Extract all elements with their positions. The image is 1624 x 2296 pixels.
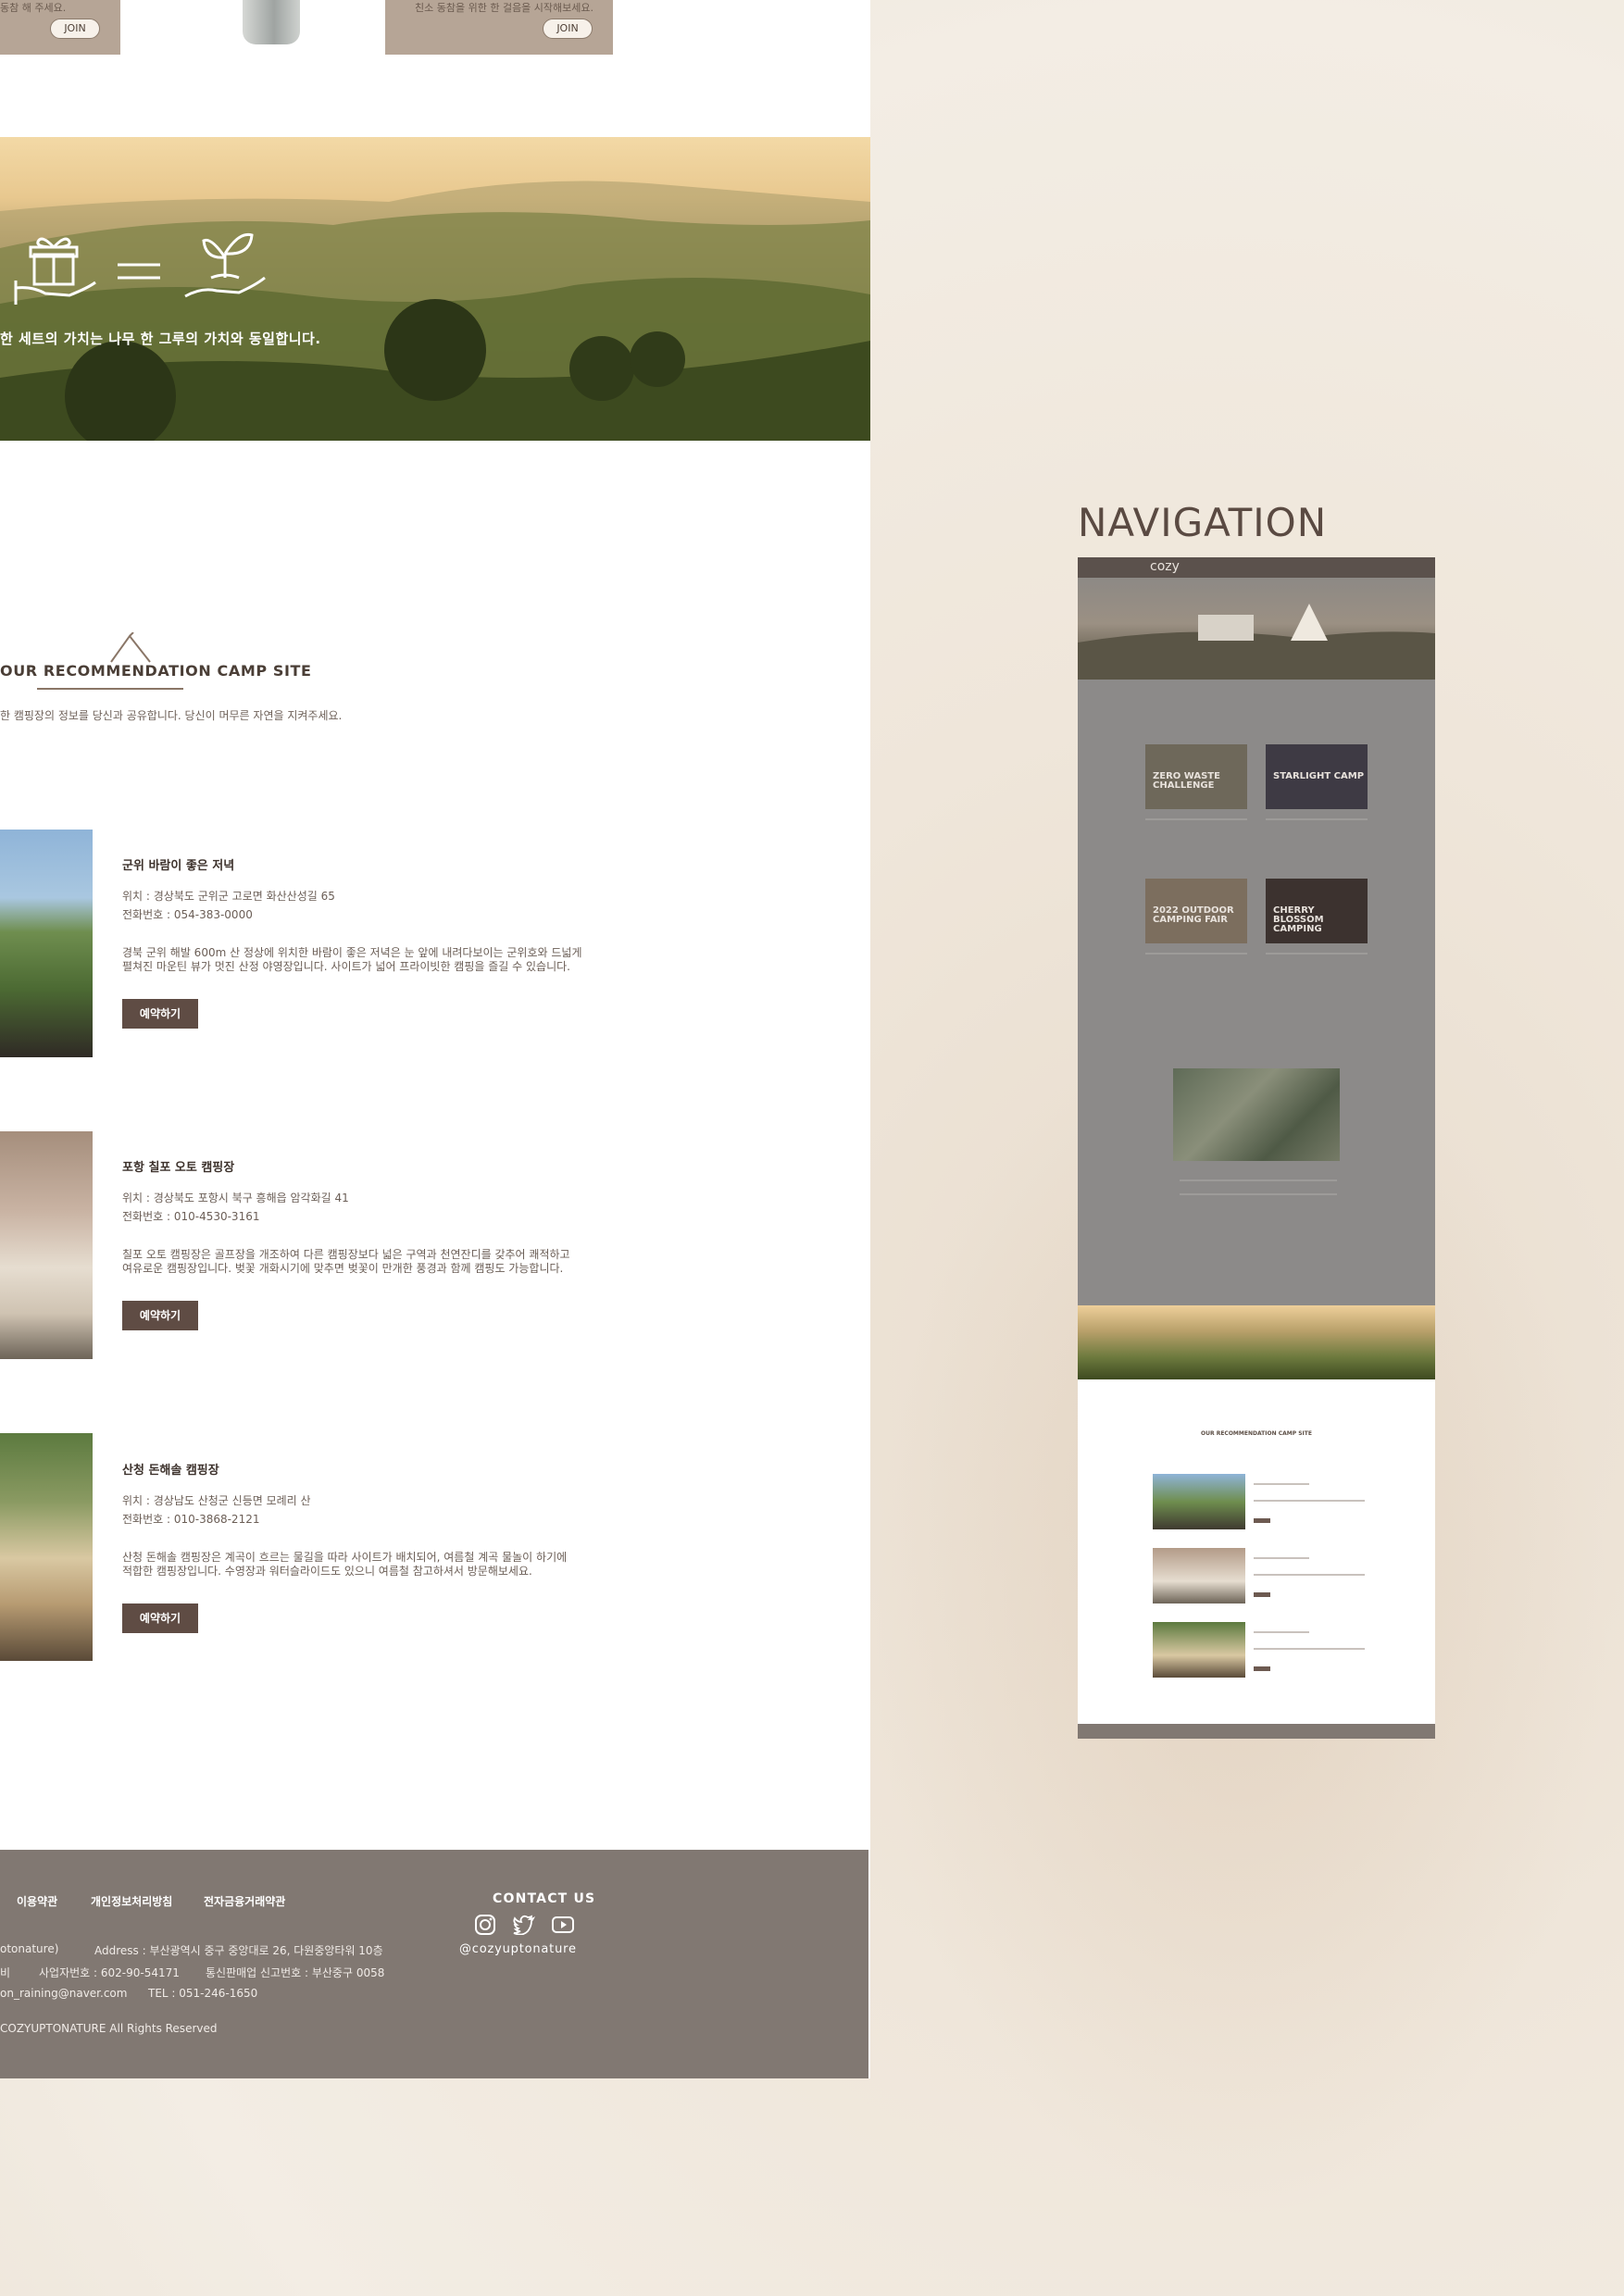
footer-copyright: COZYUPTONATURE All Rights Reserved (0, 2022, 218, 2035)
thumb-hero (1078, 578, 1435, 680)
youtube-icon[interactable] (552, 1915, 574, 1935)
site-name: 군위 바람이 좋은 저녁 (122, 859, 235, 873)
footer-link-privacy[interactable]: 개인정보처리방침 (91, 1893, 172, 1909)
thumb-footer (1078, 1724, 1435, 1739)
thumb-site-photo (1153, 1474, 1245, 1529)
site-desc-line2: 여유로운 캠핑장입니다. 벚꽃 개화시기에 맞추면 벚꽃이 만개한 풍경과 함께… (122, 1262, 564, 1275)
camp-photo-sancheong (0, 1433, 93, 1661)
site-desc-line2: 적합한 캠핑장입니다. 수영장과 워터슬라이드도 있으니 여름철 참고하셔서 방… (122, 1565, 532, 1578)
camp-photo-gunwi (0, 830, 93, 1057)
plant-hand-icon (184, 232, 266, 298)
site-name: 포항 칠포 오토 캠핑장 (122, 1161, 235, 1175)
thumb-card-cherry-blossom: CHERRY BLOSSOM CAMPING (1266, 879, 1368, 943)
promo-card-left: 동참 해 주세요. JOIN (0, 0, 120, 55)
hero-landscape (0, 181, 870, 441)
instagram-icon[interactable] (474, 1915, 496, 1935)
footer-link-efinance[interactable]: 전자금융거래약관 (204, 1893, 285, 1909)
promo-card-right: 친소 동참을 위한 한 걸음을 시작해보세요. JOIN (385, 0, 613, 55)
website-preview: 동참 해 주세요. JOIN 친소 동참을 위한 한 걸음을 시작해보세요. J… (0, 0, 870, 2078)
contact-title: CONTACT US (493, 1891, 596, 1906)
footer-ceo: 비 (0, 1966, 11, 1979)
footer-biz-number: 사업자번호 : 602-90-54171 (39, 1966, 180, 1979)
footer-email: on_raining@naver.com (0, 1987, 128, 2000)
gift-hand-icon (14, 237, 96, 305)
site-desc-line1: 칠포 오토 캠핑장은 골프장을 개조하여 다른 캠핑장보다 넓은 구역과 천연잔… (122, 1248, 570, 1261)
section-title: OUR RECOMMENDATION CAMP SITE (0, 662, 312, 680)
navigation-heading: NAVIGATION (1078, 500, 1328, 545)
navigation-page-thumbnail[interactable]: cozy ZERO WASTE CHALLENGE STARLIGHT CAMP… (1078, 557, 1435, 1739)
footer-address: Address : 부산광역시 중구 중앙대로 26, 다원중앙타워 10층 (94, 1944, 383, 1957)
thumb-site-photo (1153, 1548, 1245, 1603)
footer-tel: TEL : 051-246-1650 (148, 1987, 258, 2000)
thumb-site-photo (1153, 1622, 1245, 1678)
book-button[interactable]: 예약하기 (122, 1603, 198, 1633)
site-location: 위치 : 경상북도 군위군 고로면 화산산성길 65 (122, 890, 335, 903)
book-button[interactable]: 예약하기 (122, 999, 198, 1029)
social-handle: @cozyuptonature (459, 1942, 577, 1956)
twitter-icon[interactable] (513, 1915, 535, 1935)
site-name: 산청 돈해솔 캠핑장 (122, 1464, 219, 1478)
promo-card-text: 동참 해 주세요. (0, 2, 67, 14)
footer-company: otonature) (0, 1942, 59, 1955)
hero-banner: 한 세트의 가치는 나무 한 그루의 가치와 동일합니다. (0, 137, 870, 441)
thumb-card-zero-waste: ZERO WASTE CHALLENGE (1145, 744, 1247, 809)
footer-link-terms[interactable]: 이용약관 (17, 1893, 57, 1909)
join-button[interactable]: JOIN (50, 19, 100, 39)
thumb-logo: cozy (1150, 559, 1180, 574)
tent-icon (110, 632, 151, 663)
thumb-forest-photo (1173, 1068, 1340, 1161)
equals-icon (118, 263, 160, 280)
thumb-card-camping-fair: 2022 OUTDOOR CAMPING FAIR (1145, 879, 1247, 943)
site-desc-line1: 산청 돈해솔 캠핑장은 계곡이 흐르는 물길을 따라 사이트가 배치되어, 여름… (122, 1551, 568, 1564)
hero-caption: 한 세트의 가치는 나무 한 그루의 가치와 동일합니다. (0, 331, 321, 347)
site-footer: 이용약관 개인정보처리방침 전자금융거래약관 otonature) Addres… (0, 1850, 868, 2078)
thumb-camp-title: OUR RECOMMENDATION CAMP SITE (1201, 1430, 1312, 1437)
product-image-mug (157, 0, 385, 55)
site-phone: 전화번호 : 054-383-0000 (122, 908, 253, 921)
site-phone: 전화번호 : 010-3868-2121 (122, 1513, 260, 1526)
site-location: 위치 : 경상남도 산청군 신등면 모례리 산 (122, 1494, 311, 1507)
thumb-content: ZERO WASTE CHALLENGE STARLIGHT CAMP 2022… (1078, 680, 1435, 1363)
section-underline (37, 688, 183, 690)
thumb-hero-landscape (1078, 1305, 1435, 1379)
site-phone: 전화번호 : 010-4530-3161 (122, 1210, 260, 1223)
thumb-card-starlight: STARLIGHT CAMP (1266, 744, 1368, 809)
camp-photo-pohang (0, 1131, 93, 1359)
promo-card-text: 친소 동참을 위한 한 걸음을 시작해보세요. (415, 2, 594, 14)
site-location: 위치 : 경상북도 포항시 북구 흥해읍 암각화길 41 (122, 1192, 349, 1204)
join-button[interactable]: JOIN (543, 19, 593, 39)
footer-mail-order: 통신판매업 신고번호 : 부산중구 0058 (206, 1966, 385, 1979)
section-subtitle: 한 캠핑장의 정보를 당신과 공유합니다. 당신이 머무른 자연을 지켜주세요. (0, 709, 343, 722)
thumb-header: cozy (1078, 557, 1435, 578)
book-button[interactable]: 예약하기 (122, 1301, 198, 1330)
site-desc-line1: 경북 군위 해발 600m 산 정상에 위치한 바람이 좋은 저녁은 눈 앞에 … (122, 946, 582, 959)
site-desc-line2: 펼쳐진 마운틴 뷰가 멋진 산정 야영장입니다. 사이트가 넓어 프라이빗한 캠… (122, 960, 570, 973)
